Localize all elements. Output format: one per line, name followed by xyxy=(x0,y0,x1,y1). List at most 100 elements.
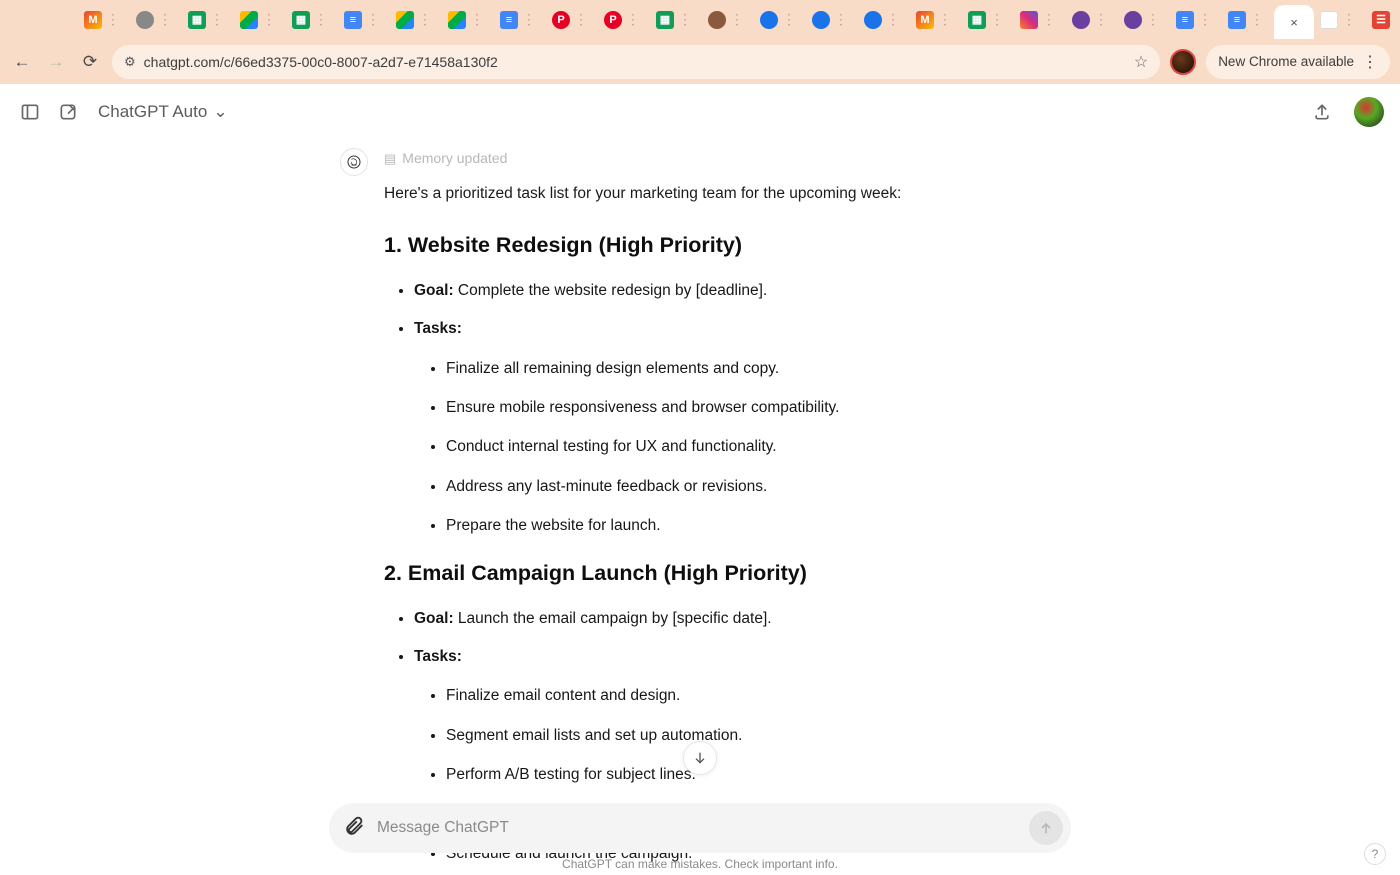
browser-toolbar: ← → ⟳ ⚙ chatgpt.com/c/66ed3375-00c0-8007… xyxy=(0,39,1400,84)
intro-text: Here's a prioritized task list for your … xyxy=(384,181,1060,207)
task-item: Conduct internal testing for UX and func… xyxy=(446,434,1060,460)
face-icon xyxy=(708,11,726,29)
attach-button[interactable] xyxy=(343,815,365,842)
docs-icon: ≡ xyxy=(1228,11,1246,29)
tab-sheets-3[interactable]: ▦⋮ xyxy=(650,11,702,29)
tab-todoist[interactable]: ☰⋮ xyxy=(1366,11,1400,29)
tab-sheets-4[interactable]: ▦⋮ xyxy=(962,11,1014,29)
scroll-down-button[interactable] xyxy=(683,741,717,775)
url-text: chatgpt.com/c/66ed3375-00c0-8007-a2d7-e7… xyxy=(144,54,498,70)
tab-gmail[interactable]: M⋮ xyxy=(78,11,130,29)
tab-docs-2[interactable]: ≡⋮ xyxy=(494,11,546,29)
tab-openai[interactable]: ⋮ xyxy=(1314,11,1366,29)
section-heading-2: 2. Email Campaign Launch (High Priority) xyxy=(384,555,1060,592)
share-button[interactable] xyxy=(1308,98,1336,126)
task-item: Segment email lists and set up automatio… xyxy=(446,723,1060,749)
pinterest-icon: P xyxy=(604,11,622,29)
tab-gmail-2[interactable]: M⋮ xyxy=(910,11,962,29)
list-item: Goal: Complete the website redesign by [… xyxy=(414,278,1060,304)
tab-sheets[interactable]: ▦⋮ xyxy=(182,11,234,29)
docs-icon: ≡ xyxy=(1176,11,1194,29)
tab-purple[interactable]: ⋮ xyxy=(1066,11,1118,29)
list-item: Goal: Launch the email campaign by [spec… xyxy=(414,606,1060,632)
docs-icon: ≡ xyxy=(344,11,362,29)
openai-icon xyxy=(1320,11,1338,29)
circle-icon xyxy=(864,11,882,29)
chevron-down-icon: ⌄ xyxy=(213,102,227,122)
back-button[interactable]: ← xyxy=(10,52,34,72)
tasks-list-1: Finalize all remaining design elements a… xyxy=(414,356,1060,540)
tab-face[interactable]: ⋮ xyxy=(702,11,754,29)
task-item: Finalize email content and design. xyxy=(446,683,1060,709)
instagram-icon xyxy=(1020,11,1038,29)
tab-drive-3[interactable]: ⋮ xyxy=(442,11,494,29)
gmail-icon: M xyxy=(916,11,934,29)
composer: Message ChatGPT xyxy=(329,803,1071,853)
forward-button[interactable]: → xyxy=(44,52,68,72)
close-icon[interactable]: × xyxy=(1290,15,1298,30)
model-name: ChatGPT Auto xyxy=(98,102,207,122)
sidebar-toggle-button[interactable] xyxy=(16,98,44,126)
task-item: Address any last-minute feedback or revi… xyxy=(446,474,1060,500)
tab-docs-3[interactable]: ≡⋮ xyxy=(1170,11,1222,29)
task-item: Ensure mobile responsiveness and browser… xyxy=(446,395,1060,421)
new-chat-button[interactable] xyxy=(54,98,82,126)
pinterest-icon: P xyxy=(552,11,570,29)
help-button[interactable]: ? xyxy=(1364,843,1386,865)
tab-instagram[interactable]: ⋮ xyxy=(1014,11,1066,29)
tab-blue-3[interactable]: ⋮ xyxy=(858,11,910,29)
address-bar[interactable]: ⚙ chatgpt.com/c/66ed3375-00c0-8007-a2d7-… xyxy=(112,45,1160,79)
gmail-icon: M xyxy=(84,11,102,29)
reload-button[interactable]: ⟳ xyxy=(78,52,102,72)
tab-pinterest[interactable]: P⋮ xyxy=(546,11,598,29)
tab-favicons: M⋮ ⋮ ▦⋮ ⋮ ▦⋮ ≡⋮ ⋮ ⋮ ≡⋮ P⋮ P⋮ ▦⋮ ⋮ ⋮ ⋮ ⋮ … xyxy=(8,0,1400,39)
sheets-icon: ▦ xyxy=(188,11,206,29)
model-selector[interactable]: ChatGPT Auto ⌄ xyxy=(92,102,228,122)
input-placeholder: Message ChatGPT xyxy=(377,819,1017,837)
task-item: Perform A/B testing for subject lines. xyxy=(446,762,1060,788)
browser-profile-avatar[interactable] xyxy=(1170,49,1196,75)
assistant-message-content: ▤ Memory updated Here's a prioritized ta… xyxy=(384,146,1060,875)
arrow-up-icon xyxy=(1038,820,1054,836)
bookmark-icon[interactable]: ☆ xyxy=(1134,52,1148,72)
docs-icon: ≡ xyxy=(500,11,518,29)
send-button[interactable] xyxy=(1029,811,1063,845)
tab-sheets-2[interactable]: ▦⋮ xyxy=(286,11,338,29)
user-avatar[interactable] xyxy=(1354,97,1384,127)
tab-drive[interactable]: ⋮ xyxy=(234,11,286,29)
chat-body: ▤ Memory updated Here's a prioritized ta… xyxy=(0,140,1400,875)
active-tab[interactable]: × xyxy=(1274,5,1314,39)
circle-icon xyxy=(812,11,830,29)
disclaimer-text: ChatGPT can make mistakes. Check importa… xyxy=(0,857,1400,871)
openai-logo-icon xyxy=(346,154,362,170)
drive-icon xyxy=(396,11,414,29)
tab-docs[interactable]: ≡⋮ xyxy=(338,11,390,29)
sheets-icon: ▦ xyxy=(292,11,310,29)
section-1-list: Goal: Complete the website redesign by [… xyxy=(384,278,1060,539)
chatgpt-header: ChatGPT Auto ⌄ xyxy=(0,84,1400,140)
tab-pinterest-2[interactable]: P⋮ xyxy=(598,11,650,29)
message-input[interactable]: Message ChatGPT xyxy=(329,803,1071,853)
tab-docs-4[interactable]: ≡⋮ xyxy=(1222,11,1274,29)
sheets-icon: ▦ xyxy=(656,11,674,29)
circle-icon xyxy=(760,11,778,29)
tab-web[interactable]: ⋮ xyxy=(130,11,182,29)
tab-blue[interactable]: ⋮ xyxy=(754,11,806,29)
drive-icon xyxy=(448,11,466,29)
arrow-down-icon xyxy=(692,750,708,766)
chrome-update-label: New Chrome available xyxy=(1218,54,1354,69)
site-info-icon[interactable]: ⚙ xyxy=(124,54,136,70)
memory-updated-badge[interactable]: ▤ Memory updated xyxy=(384,147,507,171)
tab-blue-2[interactable]: ⋮ xyxy=(806,11,858,29)
assistant-avatar xyxy=(340,148,368,176)
list-item: Tasks: Finalize all remaining design ele… xyxy=(414,316,1060,539)
paperclip-icon xyxy=(343,815,365,837)
tab-drive-2[interactable]: ⋮ xyxy=(390,11,442,29)
section-heading-1: 1. Website Redesign (High Priority) xyxy=(384,227,1060,264)
chatgpt-page: ChatGPT Auto ⌄ ▤ Memory updated Here xyxy=(0,84,1400,875)
kebab-icon[interactable]: ⋮ xyxy=(1362,52,1378,72)
drive-icon xyxy=(240,11,258,29)
todoist-icon: ☰ xyxy=(1372,11,1390,29)
chrome-update-button[interactable]: New Chrome available ⋮ xyxy=(1206,45,1390,79)
tab-purple-2[interactable]: ⋮ xyxy=(1118,11,1170,29)
